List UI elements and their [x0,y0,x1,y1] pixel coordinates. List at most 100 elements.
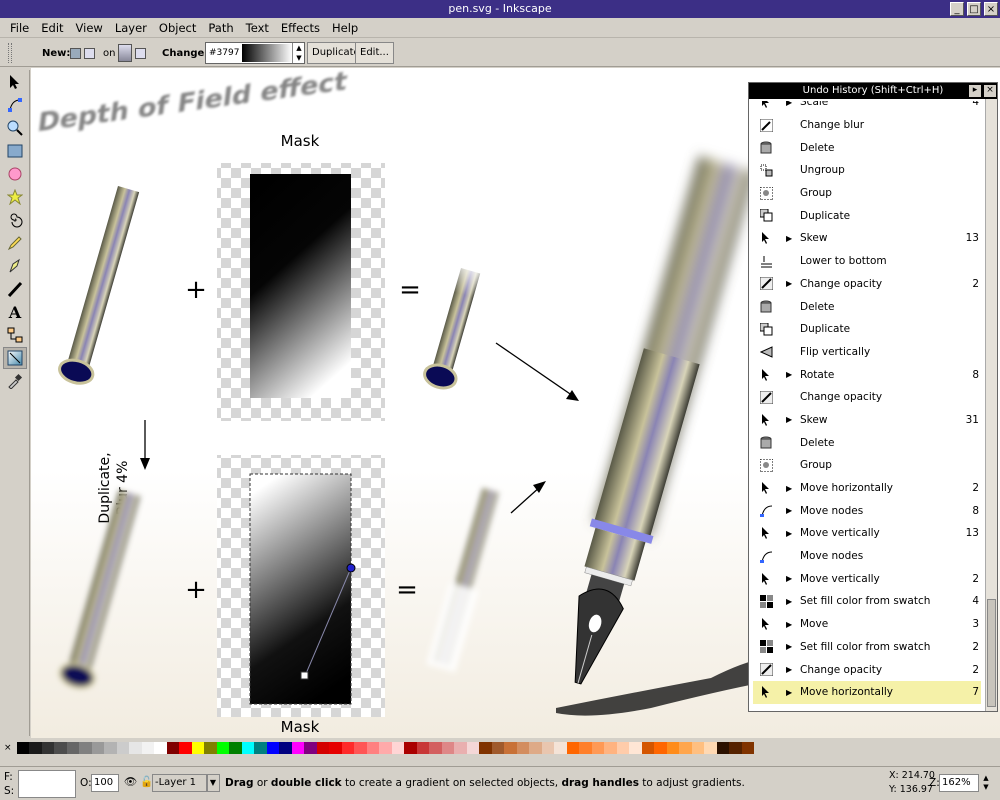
palette-swatch[interactable] [191,742,204,754]
opacity-input[interactable]: 100 [91,774,119,792]
palette-swatch[interactable] [91,742,104,754]
palette-swatch[interactable] [316,742,329,754]
undo-close-button[interactable]: × [984,85,996,97]
palette-swatch[interactable] [129,742,142,754]
undo-item[interactable]: Delete [753,295,981,318]
horizontal-scrollbar[interactable] [31,756,1000,766]
expand-arrow-icon[interactable]: ▶ [786,620,792,629]
node-tool-icon[interactable] [3,94,27,116]
star-tool-icon[interactable] [3,186,27,208]
undo-item[interactable]: Flip vertically [753,341,981,364]
close-button[interactable]: × [984,2,998,16]
undo-item[interactable]: ▶ Change opacity 2 [753,273,981,296]
palette-swatch[interactable] [529,742,542,754]
spiral-tool-icon[interactable] [3,209,27,231]
undo-item[interactable]: ▶ Skew 13 [753,227,981,250]
palette-swatch[interactable] [154,742,167,754]
undo-item[interactable]: ▶ Skew 31 [753,409,981,432]
zoom-input[interactable]: 162% [939,774,979,792]
undo-item[interactable]: ▶ Set fill color from swatch 4 [753,590,981,613]
palette-swatch[interactable] [591,742,604,754]
menu-file[interactable]: File [4,21,35,35]
palette-swatch[interactable] [579,742,592,754]
palette-swatch[interactable] [416,742,429,754]
pen-tool-icon[interactable] [3,255,27,277]
palette-swatch[interactable] [741,742,754,754]
pencil-tool-icon[interactable] [3,232,27,254]
fill-stroke-indicator[interactable] [18,770,76,798]
palette-swatch[interactable] [666,742,679,754]
text-tool-icon[interactable]: A [3,301,27,323]
undo-item[interactable]: ▶ Rotate 8 [753,363,981,386]
undo-item[interactable]: ▶ Move 3 [753,613,981,636]
undo-item[interactable]: Delete [753,431,981,454]
maximize-button[interactable]: □ [967,2,981,16]
palette-swatch[interactable] [429,742,442,754]
ellipse-tool-icon[interactable] [3,163,27,185]
palette-swatch[interactable] [366,742,379,754]
connector-tool-icon[interactable] [3,324,27,346]
palette-swatch[interactable] [466,742,479,754]
menu-path[interactable]: Path [202,21,239,35]
palette-swatch[interactable] [279,742,292,754]
menu-text[interactable]: Text [240,21,275,35]
palette-swatch[interactable] [66,742,79,754]
undo-item[interactable]: Change blur [753,114,981,137]
on-fill-stroke-toggle[interactable] [118,39,149,67]
undo-item[interactable]: Change opacity [753,386,981,409]
undo-item[interactable]: ▶ Move horizontally 7 [753,680,981,704]
palette-swatch[interactable] [554,742,567,754]
calligraphy-tool-icon[interactable] [3,278,27,300]
palette-swatch[interactable] [704,742,717,754]
expand-arrow-icon[interactable]: ▶ [786,484,792,493]
rectangle-tool-icon[interactable] [3,140,27,162]
palette-swatch[interactable] [116,742,129,754]
palette-swatch[interactable] [266,742,279,754]
palette-swatch[interactable] [216,742,229,754]
palette-swatch[interactable] [29,742,42,754]
undo-item[interactable]: ▶ Scale 4 [753,101,981,114]
palette-swatch[interactable] [391,742,404,754]
palette-swatch[interactable] [716,742,729,754]
palette-swatch[interactable] [79,742,92,754]
expand-arrow-icon[interactable]: ▶ [786,665,792,674]
palette-swatch[interactable] [254,742,267,754]
palette-swatch[interactable] [329,742,342,754]
undo-item[interactable]: ▶ Move nodes 8 [753,499,981,522]
no-paint-swatch[interactable]: × [4,742,17,754]
palette-swatch[interactable] [654,742,667,754]
palette-swatch[interactable] [291,742,304,754]
expand-arrow-icon[interactable]: ▶ [786,574,792,583]
expand-arrow-icon[interactable]: ▶ [786,506,792,515]
palette-swatch[interactable] [616,742,629,754]
expand-arrow-icon[interactable]: ▶ [786,529,792,538]
palette-swatch[interactable] [641,742,654,754]
palette-swatch[interactable] [566,742,579,754]
palette-swatch[interactable] [491,742,504,754]
undo-item[interactable]: Group [753,454,981,477]
expand-arrow-icon[interactable]: ▶ [786,370,792,379]
expand-arrow-icon[interactable]: ▶ [786,597,792,606]
expand-arrow-icon[interactable]: ▶ [786,415,792,424]
undo-item[interactable]: Ungroup [753,159,981,182]
menu-edit[interactable]: Edit [35,21,69,35]
undo-item[interactable]: Duplicate [753,318,981,341]
palette-swatch[interactable] [41,742,54,754]
palette-swatch[interactable] [679,742,692,754]
undo-item[interactable]: ▶ Move vertically 13 [753,522,981,545]
palette-swatch[interactable] [504,742,517,754]
palette-swatch[interactable] [16,742,29,754]
ctrl-handle[interactable] [8,39,12,67]
palette-swatch[interactable] [141,742,154,754]
menu-effects[interactable]: Effects [275,21,326,35]
undo-scrollbar[interactable] [985,99,997,711]
palette-swatch[interactable] [54,742,67,754]
undo-item[interactable]: ▶ Change opacity 2 [753,658,981,681]
palette-swatch[interactable] [204,742,217,754]
palette-swatch[interactable] [354,742,367,754]
palette-swatch[interactable] [441,742,454,754]
palette-swatch[interactable] [691,742,704,754]
undo-item[interactable]: ▶ Move horizontally 2 [753,477,981,500]
palette-swatch[interactable] [629,742,642,754]
edit-gradient-button[interactable]: Edit... [355,39,394,67]
